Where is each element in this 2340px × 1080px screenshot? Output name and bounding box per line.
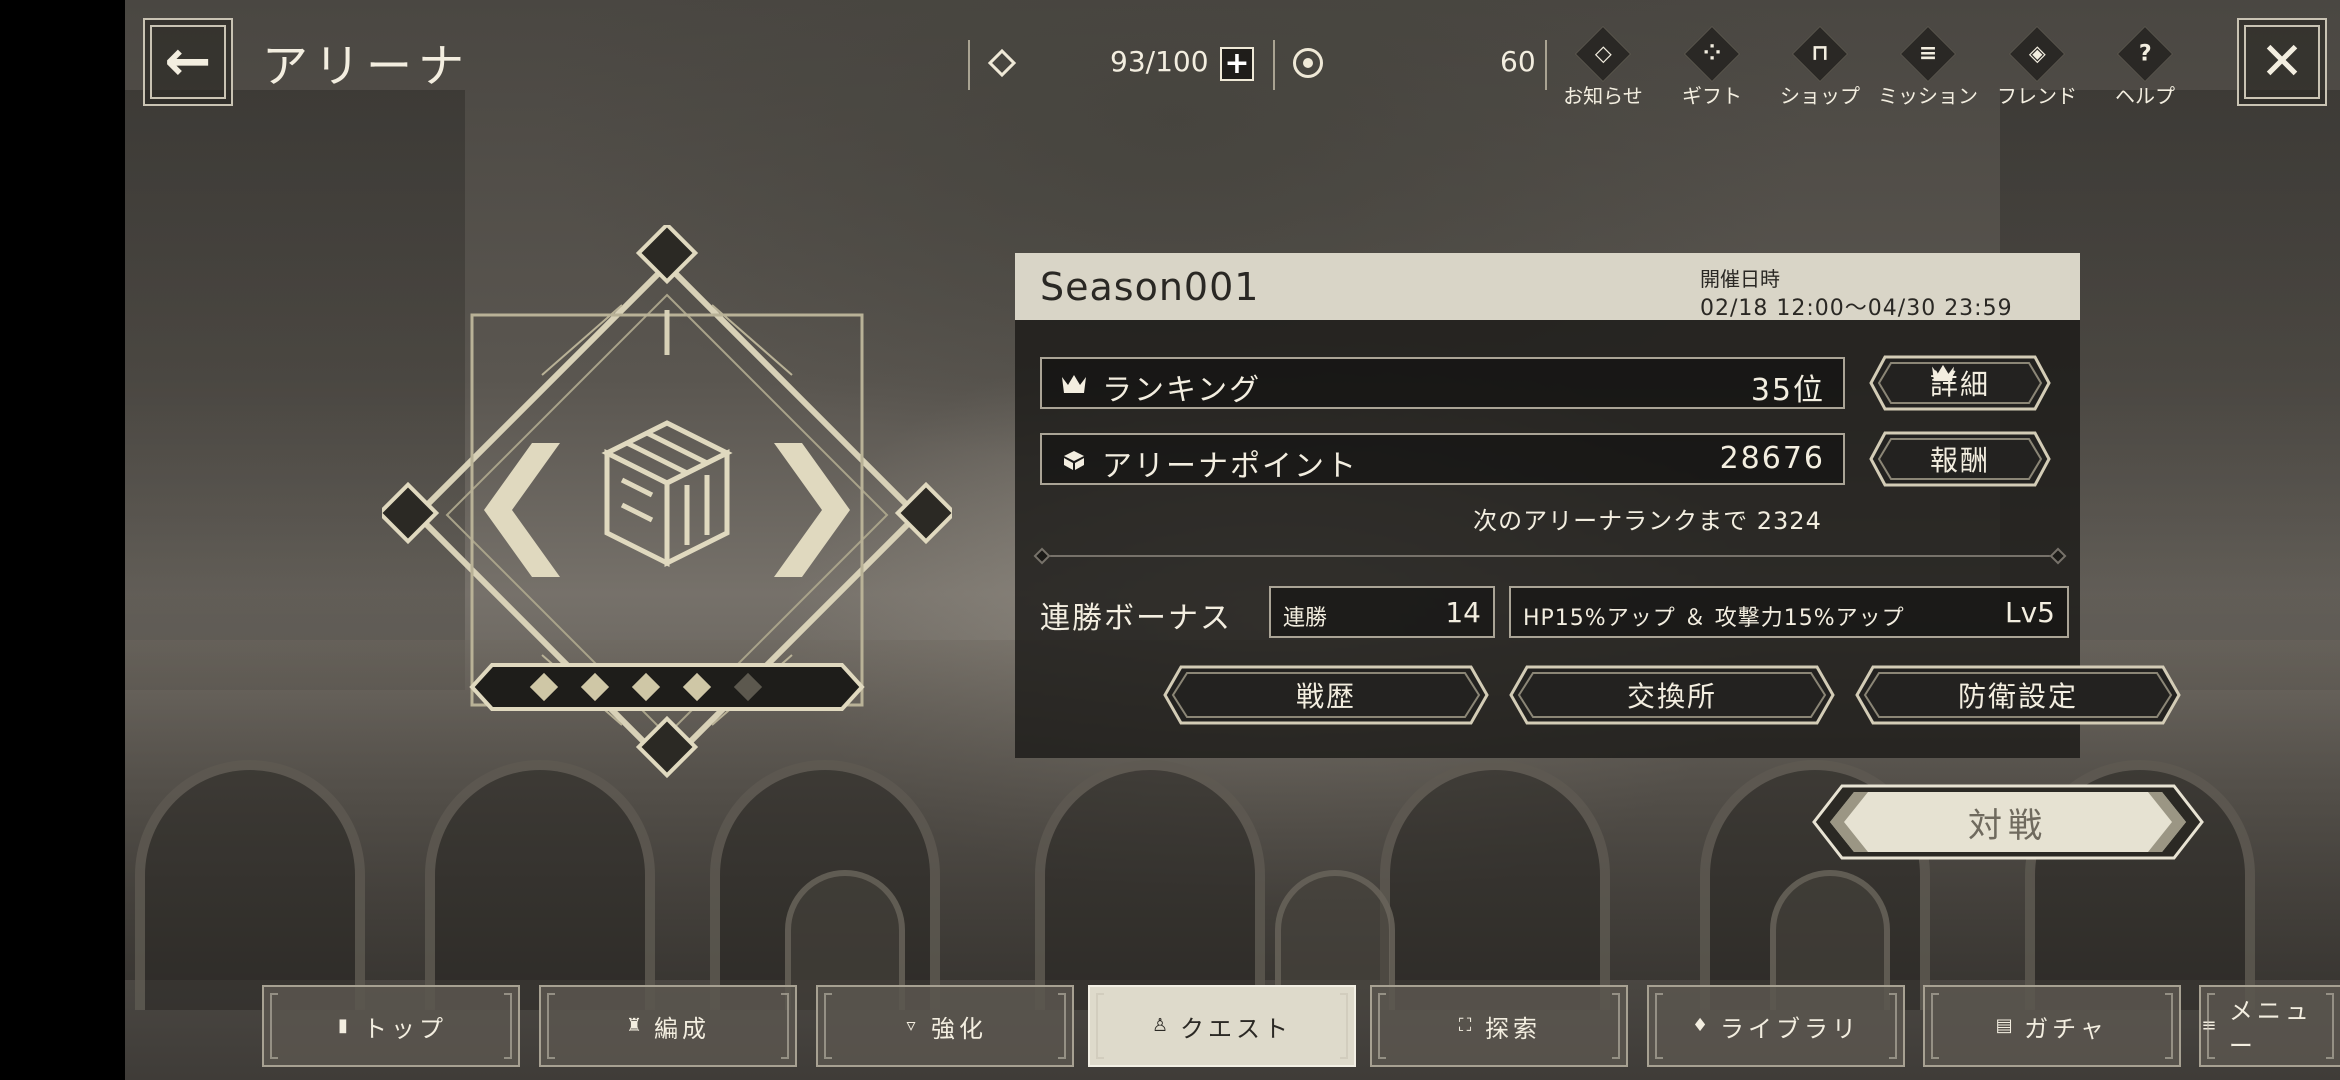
battle-history-button[interactable]: 戦歴	[1163, 665, 1489, 725]
stamina-value: 93/100	[1110, 45, 1209, 78]
currency-value: 60	[1500, 45, 1536, 78]
history-label: 戦歴	[1295, 680, 1356, 713]
menu-icon: ≡	[2201, 1015, 2217, 1036]
crown-icon	[1062, 375, 1086, 393]
library-icon: ♦	[1691, 1015, 1709, 1036]
ranking-label: ランキング	[1102, 373, 1262, 408]
gift-label: ギフト	[1682, 84, 1742, 108]
shop-label: ショップ	[1780, 84, 1860, 108]
page-title: アリーナ	[262, 39, 470, 93]
fight-button[interactable]: 対戦	[1812, 782, 2204, 862]
mission-icon: ≡	[1899, 25, 1957, 83]
nav-gacha-label: ガチャ	[2024, 1014, 2108, 1043]
reward-label: 報酬	[1929, 444, 1990, 477]
quest-icon: ♙	[1151, 1015, 1169, 1036]
cube-icon	[1064, 451, 1084, 470]
ranking-value: 35位	[1750, 373, 1825, 408]
enhance-icon: ▿	[906, 1015, 916, 1036]
back-button[interactable]: ←	[143, 18, 233, 106]
arena-points-row: アリーナポイント 28676	[1040, 433, 1845, 485]
nav-explore[interactable]: ⛶ 探索	[1370, 985, 1628, 1067]
bottom-nav: ▮ トップ ♜ 編成 ▿ 強化 ♙ クエスト ⛶ 探索 ♦ ライブラリ ▤ ガチ…	[262, 985, 2340, 1070]
streak-bonus-label: 連勝ボーナス	[1040, 601, 1232, 636]
exchange-label: 交換所	[1626, 680, 1717, 713]
fight-label: 対戦	[1968, 805, 2048, 846]
divider	[968, 40, 970, 90]
formation-icon: ♜	[625, 1015, 643, 1036]
stamina-icon	[987, 48, 1017, 78]
top-icon: ▮	[338, 1015, 348, 1036]
notice-label: お知らせ	[1563, 84, 1643, 108]
nav-top-label: トップ	[363, 1014, 447, 1043]
streak-label: 連勝	[1283, 606, 1328, 631]
period-label: 開催日時	[1700, 267, 1780, 291]
exchange-button[interactable]: 交換所	[1509, 665, 1835, 725]
period-value: 02/18 12:00～04/30 23:59	[1700, 296, 2013, 321]
crown-icon	[1932, 364, 1954, 382]
defense-label: 防衛設定	[1957, 680, 2078, 713]
arena-stage: ← アリーナ 93/100 + 60 ◇ お知らせ ⁘ ギフト ⊓ ショップ ≡…	[125, 0, 2340, 1080]
arena-points-value: 28676	[1719, 441, 1825, 476]
help-icon: ?	[2116, 25, 2174, 83]
arena-info-panel: Season001 開催日時 02/18 12:00～04/30 23:59 ラ…	[1015, 253, 2181, 758]
nav-menu[interactable]: ≡ メニュー	[2199, 985, 2340, 1067]
defense-settings-button[interactable]: 防衛設定	[1855, 665, 2181, 725]
next-rank-text: 次のアリーナランクまで 2324	[1473, 507, 1822, 535]
nav-quest-label: クエスト	[1180, 1014, 1292, 1043]
nav-gacha[interactable]: ▤ ガチャ	[1923, 985, 2181, 1067]
nav-formation-label: 編成	[654, 1014, 710, 1043]
crossed-swords-icon: ✕	[2260, 32, 2304, 92]
nav-library-label: ライブラリ	[1720, 1014, 1860, 1043]
divider	[1273, 40, 1275, 90]
bonus-level: Lv5	[2005, 596, 2055, 629]
bg-arch	[1035, 760, 1265, 1010]
notice-icon: ◇	[1574, 25, 1632, 83]
friend-button[interactable]: ◈ フレンド	[1987, 25, 2087, 114]
nav-explore-label: 探索	[1485, 1014, 1541, 1043]
gacha-icon: ▤	[1995, 1015, 2013, 1036]
streak-value: 14	[1445, 596, 1481, 629]
divider	[1040, 555, 2060, 557]
nav-formation[interactable]: ♜ 編成	[539, 985, 797, 1067]
currency-icon	[1293, 48, 1323, 78]
reward-button[interactable]: 報酬	[1869, 431, 2051, 487]
back-arrow-icon: ←	[164, 29, 212, 94]
nav-library[interactable]: ♦ ライブラリ	[1647, 985, 1905, 1067]
battle-mode-button[interactable]: ✕	[2237, 18, 2327, 106]
add-stamina-button[interactable]: +	[1220, 47, 1254, 81]
bonus-effect-box: HP15%アップ ＆ 攻撃力15%アップ Lv5	[1509, 586, 2069, 638]
nav-quest[interactable]: ♙ クエスト	[1088, 985, 1356, 1067]
bg-arch	[135, 760, 365, 1010]
help-button[interactable]: ? ヘルプ	[2095, 25, 2195, 114]
arena-rank-emblem	[382, 225, 952, 779]
help-label: ヘルプ	[2115, 84, 2175, 108]
friend-label: フレンド	[1997, 84, 2077, 108]
friend-icon: ◈	[2008, 25, 2066, 83]
nav-enhance[interactable]: ▿ 強化	[816, 985, 1074, 1067]
bg-arch	[1380, 760, 1610, 1010]
season-header: Season001 開催日時 02/18 12:00～04/30 23:59	[1015, 253, 2080, 321]
mission-button[interactable]: ≡ ミッション	[1878, 25, 1978, 114]
nav-top[interactable]: ▮ トップ	[262, 985, 520, 1067]
streak-count-box: 連勝 14	[1269, 586, 1495, 638]
divider	[1545, 40, 1547, 90]
notice-button[interactable]: ◇ お知らせ	[1553, 25, 1653, 114]
shop-button[interactable]: ⊓ ショップ	[1770, 25, 1870, 114]
ranking-row: ランキング 35位	[1040, 357, 1845, 409]
explore-icon: ⛶	[1458, 1015, 1472, 1036]
ranking-details-button[interactable]: 詳細	[1869, 355, 2051, 411]
nav-enhance-label: 強化	[931, 1014, 987, 1043]
bg-arch	[425, 760, 655, 1010]
shop-icon: ⊓	[1791, 25, 1849, 83]
arena-points-label: アリーナポイント	[1102, 449, 1358, 484]
bonus-effect-text: HP15%アップ ＆ 攻撃力15%アップ	[1523, 606, 1905, 631]
gift-button[interactable]: ⁘ ギフト	[1662, 25, 1762, 114]
gift-icon: ⁘	[1683, 25, 1741, 83]
mission-label: ミッション	[1878, 84, 1978, 108]
season-name: Season001	[1040, 265, 1260, 309]
game-screen: ← アリーナ 93/100 + 60 ◇ お知らせ ⁘ ギフト ⊓ ショップ ≡…	[0, 0, 2340, 1080]
nav-menu-label: メニュー	[2228, 997, 2313, 1060]
